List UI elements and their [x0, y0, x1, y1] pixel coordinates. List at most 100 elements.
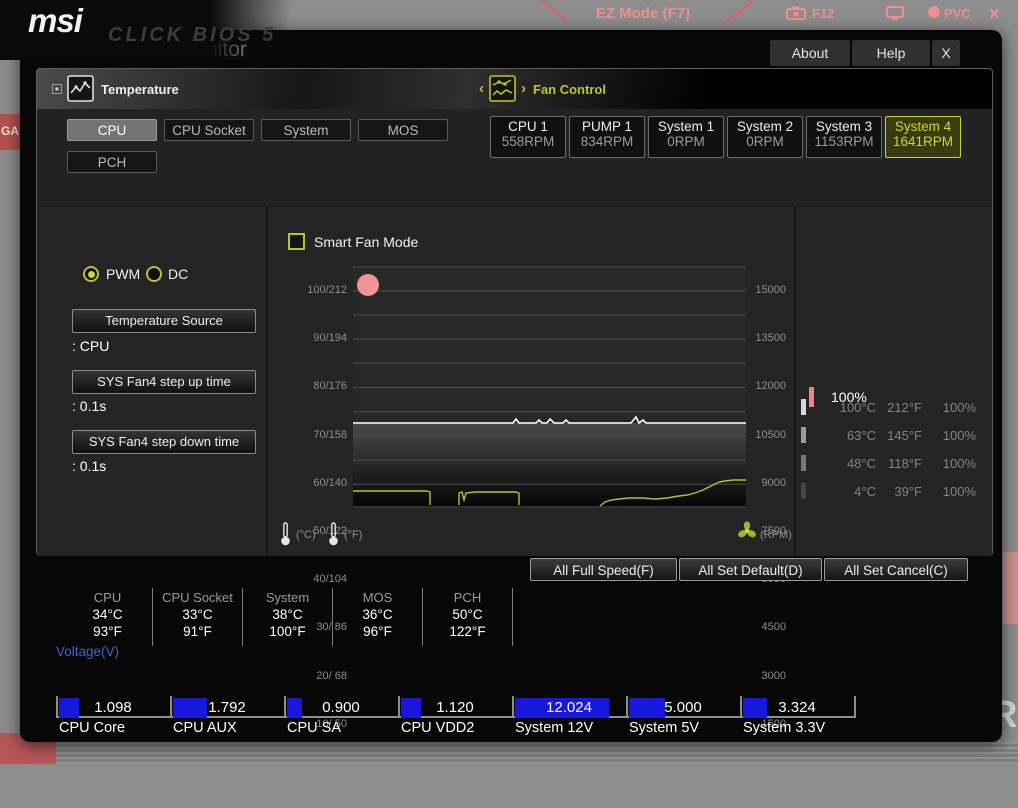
voltage-rail-label: System 12V [515, 720, 593, 736]
sensor-name: System [243, 590, 332, 606]
fan-rpm: 0RPM [728, 134, 802, 149]
duty-marker [801, 399, 806, 415]
sensor-celsius: 50°C [423, 606, 512, 623]
sensor-name: CPU [63, 590, 152, 606]
duty-percent: 100% [922, 428, 976, 443]
tab-pch[interactable]: PCH [67, 151, 157, 173]
game-boost-badge: GA [0, 114, 20, 150]
voltage-value: 5.000 [626, 699, 740, 716]
duty-celsius: 63°C [824, 428, 876, 443]
tab-cpu[interactable]: CPU [67, 119, 157, 141]
voltage-rail-label: System 5V [629, 720, 699, 736]
celsius-unit-label: (°C) [296, 529, 316, 541]
voltage-value: 1.098 [56, 699, 170, 716]
fan-button-cpu1[interactable]: CPU 1 558RPM [490, 116, 566, 158]
fan-button-system2[interactable]: System 2 0RPM [727, 116, 803, 158]
fan-name: System 4 [886, 119, 960, 134]
fan-control-chart-icon [489, 75, 516, 102]
sensor-name: PCH [423, 590, 512, 606]
step-down-time-button[interactable]: SYS Fan4 step down time [72, 430, 256, 454]
rpm-tick: 10500 [750, 423, 786, 447]
sensor-celsius: 36°C [333, 606, 422, 623]
sensor-fahrenheit: 93°F [63, 623, 152, 640]
rpm-tick: 12000 [750, 374, 786, 398]
duty-fahrenheit: 212°F [876, 400, 922, 415]
background-accent [1003, 552, 1018, 624]
panel-header: Temperature ‹ › Fan Control [37, 69, 992, 109]
voltage-strip: 1.098 1.792 0.900 1.120 12.024 5.000 3.3… [56, 688, 858, 740]
step-down-time-value: : 0.1s [72, 458, 106, 474]
monitor-panel: Temperature ‹ › Fan Control CPU CPU Sock… [36, 68, 993, 556]
voltage-rail-label: CPU AUX [173, 720, 237, 736]
temperature-source-button[interactable]: Temperature Source [72, 309, 256, 333]
background-close-icon: ✕ [988, 5, 1001, 23]
temperature-source-value: : CPU [72, 338, 109, 354]
sensor-cell: System 38°C 100°F [243, 588, 333, 646]
background-top-bar [0, 0, 1018, 30]
temp-tick: 100/212 [273, 278, 347, 302]
fan-rpm: 1153RPM [807, 134, 881, 149]
duty-celsius: 4°C [824, 484, 876, 499]
ez-mode-label: EZ Mode (F7) [588, 5, 698, 22]
left-divider [266, 207, 268, 556]
step-up-time-value: : 0.1s [72, 398, 106, 414]
fan-name: System 2 [728, 119, 802, 134]
user-avatar-icon [927, 5, 941, 19]
fan-rpm: 1641RPM [886, 134, 960, 149]
fan-icon [737, 521, 757, 541]
fan-button-pump1[interactable]: PUMP 1 834RPM [569, 116, 645, 158]
dialog-title: Hardware Monitor [80, 38, 247, 62]
f12-label: F12 [812, 6, 834, 21]
fahrenheit-thermometer-icon[interactable] [327, 522, 340, 546]
rpm-tick: 3000 [750, 664, 786, 688]
fan-button-system1[interactable]: System 1 0RPM [648, 116, 724, 158]
dc-radio[interactable] [146, 266, 162, 282]
rpm-tick: 4500 [750, 615, 786, 639]
about-button[interactable]: About [770, 40, 850, 66]
rpm-tick: 9000 [750, 471, 786, 495]
fahrenheit-unit-label: (°F) [344, 529, 362, 541]
temp-tick: 90/194 [273, 326, 347, 350]
duty-fahrenheit: 145°F [876, 428, 922, 443]
all-set-cancel-button[interactable]: All Set Cancel(C) [824, 558, 968, 581]
smart-fan-checkbox[interactable] [288, 233, 305, 250]
all-set-default-button[interactable]: All Set Default(D) [679, 558, 822, 581]
voltage-rail-label: CPU SA [287, 720, 341, 736]
voltage-section-title: Voltage(V) [56, 644, 119, 659]
sensor-name: MOS [333, 590, 422, 606]
duty-fahrenheit: 118°F [876, 456, 922, 471]
step-up-time-button[interactable]: SYS Fan4 step up time [72, 370, 256, 394]
fan-name: CPU 1 [491, 119, 565, 134]
close-button[interactable]: X [932, 40, 960, 66]
expander-icon[interactable] [52, 84, 62, 94]
fan-button-system3[interactable]: System 3 1153RPM [806, 116, 882, 158]
fan-curve-handle[interactable] [357, 274, 379, 296]
tab-system[interactable]: System [261, 119, 351, 141]
help-button[interactable]: Help [852, 40, 930, 66]
rpm-unit-label: (RPM) [760, 529, 792, 541]
fan-control-content: PWM DC Temperature Source : CPU SYS Fan4… [37, 206, 992, 556]
sensor-fahrenheit: 91°F [153, 623, 242, 640]
all-full-speed-button[interactable]: All Full Speed(F) [530, 558, 677, 581]
pwm-radio[interactable] [83, 266, 99, 282]
tab-cpu-socket[interactable]: CPU Socket [164, 119, 254, 141]
duty-row: 48°C 118°F 100% [801, 449, 1001, 477]
fan-control-prev-icon[interactable]: ‹ [479, 80, 484, 97]
duty-celsius: 48°C [824, 456, 876, 471]
sensor-cell: CPU Socket 33°C 91°F [153, 588, 243, 646]
fan-curve-chart[interactable] [353, 266, 746, 508]
tab-mos[interactable]: MOS [358, 119, 448, 141]
duty-row: 63°C 145°F 100% [801, 421, 1001, 449]
fan-control-next-icon[interactable]: › [521, 80, 526, 97]
voltage-value: 1.792 [170, 699, 284, 716]
sensor-celsius: 38°C [243, 606, 332, 623]
temp-tick: 80/176 [273, 374, 347, 398]
temp-tick: 60/140 [273, 471, 347, 495]
voltage-value: 3.324 [740, 699, 854, 716]
voltage-value: 12.024 [512, 699, 626, 716]
fan-rpm: 558RPM [491, 134, 565, 149]
temp-tick: 70/158 [273, 423, 347, 447]
celsius-thermometer-icon[interactable] [279, 522, 292, 546]
user-label: PVC [944, 6, 971, 21]
fan-button-system4[interactable]: System 4 1641RPM [885, 116, 961, 158]
